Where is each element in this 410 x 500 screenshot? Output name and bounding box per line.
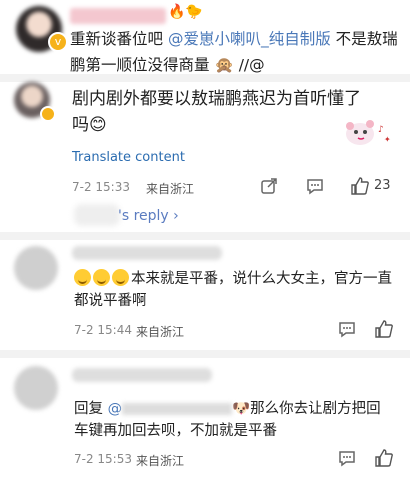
divider [0,232,410,240]
avatar[interactable] [14,246,58,290]
top-comment-text: 重新谈番位吧 @爱崽小喇叭_纯自制版 不是敖瑞鹏第一顺位没得商量 🙊 //@ [70,26,402,78]
comment-location: 来自浙江 [136,454,185,468]
translate-link[interactable]: Translate content [72,150,185,165]
comment-text: 回复 @ 🐶那么你去让剧方把回车键再加回去呗，不加就是平番 [74,398,394,442]
mention-link[interactable]: @ [108,401,123,417]
mention-name-blurred [122,403,233,415]
thumbs-up-icon[interactable] [350,176,370,196]
smile-emoji-icon: 😊 [89,115,107,135]
reply-username-blurred [74,204,120,226]
thumbs-up-icon[interactable] [374,319,394,339]
comment-date: 7-2 15:53 [74,452,132,466]
top-comment-main: 重新谈番位吧 [70,30,164,48]
view-replies-link[interactable]: 's reply › [118,208,179,224]
laughing-emoji-icon [93,269,110,286]
svg-text:♪: ♪ [378,125,384,135]
like-count: 23 [374,178,391,193]
comment-icon[interactable] [338,320,356,338]
doge-emoji-icon: 🐶 [232,401,251,417]
username-blurred[interactable] [70,8,166,24]
laughing-emoji-icon [74,269,91,286]
comment-location: 来自浙江 [146,182,195,196]
thumbs-up-icon[interactable] [374,448,394,468]
svg-text:✦: ✦ [384,135,391,144]
sticker-icon: ♪ ✦ [346,120,391,145]
comment-location: 来自浙江 [136,325,185,339]
laughing-emoji-icon [112,269,129,286]
comment-text: 本来就是平番，说什么大女主，官方一直都说平番啊 [74,268,394,312]
mention-link[interactable]: @爱崽小喇叭_纯自制版 [168,30,331,48]
comment-body: 剧内剧外都要以敖瑞鹏燕迟为首听懂了吗 [72,89,361,135]
emoji-icons: 🔥🐤 [168,4,203,20]
emoji-icon: 🙊 [214,56,234,74]
comment-date: 7-2 15:33 [72,180,130,194]
username-blurred[interactable] [72,246,222,260]
verified-badge-icon: v [48,32,68,52]
comment-text: 剧内剧外都要以敖瑞鹏燕迟为首听懂了吗😊 [72,86,372,138]
repost-suffix: //@ [238,56,265,74]
divider [0,74,410,82]
username-blurred[interactable] [72,368,212,382]
member-badge-icon [40,106,56,122]
comment-icon[interactable] [338,449,356,467]
reply-prefix: 回复 [74,401,103,417]
avatar[interactable] [14,366,58,410]
divider [0,350,410,358]
comment-icon[interactable] [306,177,324,195]
share-icon[interactable] [260,177,278,195]
comment-date: 7-2 15:44 [74,323,132,337]
